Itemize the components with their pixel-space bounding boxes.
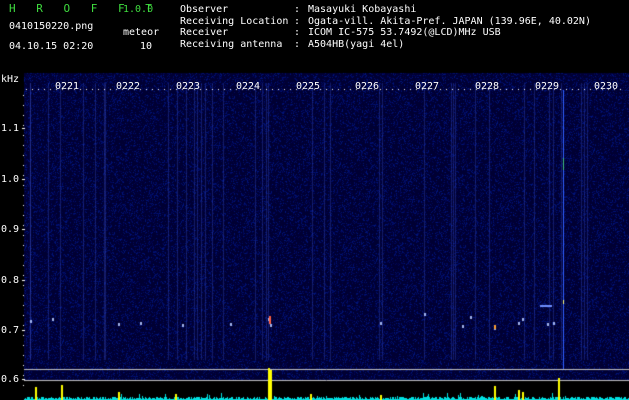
station-info: Observer: Masayuki Kobayashi Receiving Lo… — [180, 4, 591, 50]
time-tick-label: 0222 — [116, 81, 141, 92]
y-unit-label: kHz — [1, 74, 20, 85]
receiver-row: Receiver: ICOM IC-575 53.7492(@LCD)MHz US… — [180, 27, 591, 39]
app-version: 1.0.0 — [123, 4, 154, 15]
meteor-label: meteor — [123, 27, 160, 38]
meta-key: Receiving antenna — [180, 38, 283, 50]
time-tick-label: 0225 — [296, 81, 321, 92]
y-tick-label: 0.6 — [1, 374, 20, 385]
meta-sep: : — [294, 27, 301, 38]
location-row: Receiving Location: Ogata-vill. Akita-Pre… — [180, 16, 591, 28]
meteor-count: 10 — [140, 41, 153, 52]
time-tick-label: 0227 — [415, 81, 440, 92]
meta-sep: : — [294, 15, 301, 27]
datetime: 04.10.15 02:20 — [9, 41, 94, 52]
y-tick-label: 1.0 — [1, 174, 20, 185]
meta-key: Receiving Location — [180, 15, 289, 27]
y-tick-label: 1.1 — [1, 123, 20, 134]
meta-key: Observer — [180, 4, 229, 15]
filename: 0410150220.png — [9, 21, 94, 32]
receiver-value: ICOM IC-575 53.7492(@LCD)MHz USB — [308, 27, 501, 38]
spectrogram-canvas — [0, 0, 629, 400]
y-tick-label: 0.8 — [1, 275, 20, 286]
y-tick-label: 0.9 — [1, 224, 20, 235]
time-tick-label: 0229 — [535, 81, 560, 92]
meta-key: Receiver — [180, 27, 229, 38]
location-value: Ogata-vill. Akita-Pref. JAPAN (139.96E, … — [308, 15, 591, 27]
observer-value: Masayuki Kobayashi — [308, 4, 417, 15]
observer-row: Observer: Masayuki Kobayashi — [180, 4, 591, 16]
time-tick-label: 0228 — [475, 81, 500, 92]
antenna-row: Receiving antenna: A504HB(yagi 4el) — [180, 39, 591, 51]
meta-sep: : — [294, 38, 301, 50]
time-tick-label: 0223 — [176, 81, 201, 92]
time-tick-label: 0224 — [236, 81, 261, 92]
y-tick-label: 0.7 — [1, 325, 20, 336]
time-tick-label: 0230 — [594, 81, 619, 92]
antenna-value: A504HB(yagi 4el) — [308, 38, 405, 50]
time-tick-label: 0221 — [55, 81, 80, 92]
time-tick-label: 0226 — [355, 81, 380, 92]
meta-sep: : — [294, 4, 301, 15]
